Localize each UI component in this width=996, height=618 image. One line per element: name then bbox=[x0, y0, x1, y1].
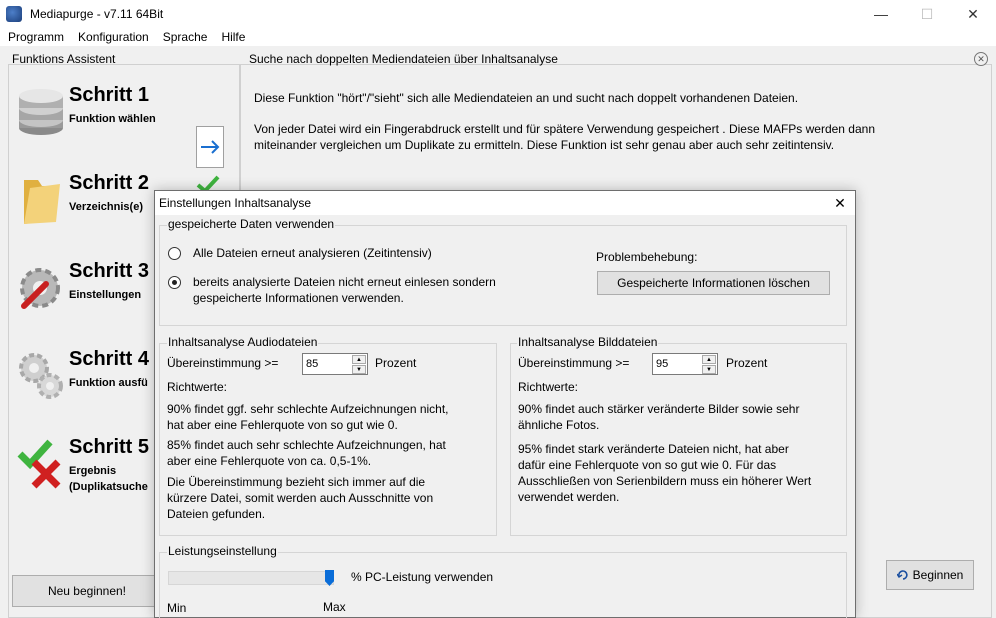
image-analysis-label: Inhaltsanalyse Bilddateien bbox=[517, 335, 659, 349]
audio-match-label: Übereinstimmung >= bbox=[167, 356, 279, 370]
close-circle-icon[interactable]: ✕ bbox=[974, 52, 988, 66]
performance-label: Leistungseinstellung bbox=[167, 544, 278, 558]
image-hint-2: 95% findet stark veränderte Dateien nich… bbox=[518, 441, 811, 505]
spin-up-icon[interactable]: ▲ bbox=[702, 355, 716, 364]
step-3-subtitle: Einstellungen bbox=[69, 289, 142, 301]
radio-use-stored-button[interactable] bbox=[168, 276, 181, 289]
window-title: Mediapurge - v7.11 64Bit bbox=[30, 7, 164, 21]
image-match-spinner[interactable]: 95 ▲ ▼ bbox=[652, 353, 718, 375]
performance-slider-text: % PC-Leistung verwenden bbox=[351, 570, 494, 584]
radio-reanalyze-label: Alle Dateien erneut analysieren (Zeitint… bbox=[193, 246, 432, 260]
audio-match-spinner[interactable]: 85 ▲ ▼ bbox=[302, 353, 368, 375]
audio-hint-3: Die Übereinstimmung bezieht sich immer a… bbox=[167, 474, 433, 522]
audio-hint-3-line2: kürzere Datei, somit werden auch Ausschn… bbox=[167, 491, 434, 505]
menu-programm[interactable]: Programm bbox=[0, 30, 71, 44]
radio-use-stored[interactable]: bereits analysierte Dateien nicht erneut… bbox=[168, 274, 496, 306]
audio-hint-1-line2: hat aber eine Fehlerquote von so gut wie… bbox=[167, 418, 398, 432]
audio-unit-label: Prozent bbox=[375, 356, 417, 370]
dialog-title: Einstellungen Inhaltsanalyse bbox=[159, 196, 312, 210]
performance-group bbox=[159, 552, 847, 618]
image-match-label: Übereinstimmung >= bbox=[518, 356, 630, 370]
refresh-icon bbox=[896, 570, 908, 580]
image-match-value: 95 bbox=[656, 358, 669, 370]
step-5-title: Schritt 5 bbox=[69, 436, 150, 458]
settings-dialog: Einstellungen Inhaltsanalyse ✕ gespeiche… bbox=[154, 190, 856, 618]
audio-hint-2: 85% findet auch sehr schlechte Aufzeichn… bbox=[167, 437, 446, 469]
minimize-button[interactable]: — bbox=[858, 0, 904, 28]
step-2-title: Schritt 2 bbox=[69, 172, 150, 194]
image-hint-1-line2: ähnliche Fotos. bbox=[518, 418, 600, 432]
troubleshooting-label: Problembehebung: bbox=[596, 250, 698, 264]
begin-button[interactable]: Beginnen bbox=[886, 560, 974, 590]
reset-button[interactable]: Neu beginnen! bbox=[12, 575, 162, 607]
arrow-right-icon bbox=[201, 140, 220, 154]
menu-bar: Programm Konfiguration Sprache Hilfe bbox=[0, 28, 996, 46]
menu-sprache[interactable]: Sprache bbox=[156, 30, 215, 44]
radio-use-stored-label: bereits analysierte Dateien nicht erneut… bbox=[193, 274, 496, 306]
app-icon bbox=[6, 6, 22, 22]
dialog-close-button[interactable]: ✕ bbox=[825, 191, 855, 215]
slider-max-label: Max bbox=[323, 600, 346, 614]
next-step-button[interactable] bbox=[196, 126, 224, 168]
audio-hint-1-line1: 90% findet ggf. sehr schlechte Aufzeichn… bbox=[167, 402, 449, 416]
radio-use-stored-line2: gespeicherte Informationen verwenden. bbox=[193, 291, 404, 305]
step-2-subtitle: Verzeichnis(e) bbox=[69, 201, 143, 213]
clear-stored-info-button[interactable]: Gespeicherte Informationen löschen bbox=[597, 271, 830, 295]
gears-icon bbox=[19, 353, 63, 399]
audio-analysis-label: Inhaltsanalyse Audiodateien bbox=[167, 335, 319, 349]
check-cross-icon bbox=[17, 439, 61, 489]
audio-match-value: 85 bbox=[306, 358, 319, 370]
image-hint-1: 90% findet auch stärker veränderte Bilde… bbox=[518, 401, 799, 433]
spin-down-icon[interactable]: ▼ bbox=[352, 365, 366, 374]
main-description-2: Von jeder Datei wird ein Fingerabdruck e… bbox=[254, 122, 876, 152]
menu-hilfe[interactable]: Hilfe bbox=[214, 30, 252, 44]
audio-hint-2-line1: 85% findet auch sehr schlechte Aufzeichn… bbox=[167, 438, 446, 452]
close-button[interactable]: ✕ bbox=[950, 0, 996, 28]
performance-slider-track[interactable] bbox=[168, 571, 334, 585]
step-4-subtitle: Funktion ausfü bbox=[69, 377, 148, 389]
step-4-title: Schritt 4 bbox=[69, 348, 150, 370]
radio-use-stored-line1: bereits analysierte Dateien nicht erneut… bbox=[193, 275, 496, 289]
image-hint-2-line4: verwendet werden. bbox=[518, 490, 620, 504]
spin-down-icon[interactable]: ▼ bbox=[702, 365, 716, 374]
image-hint-title: Richtwerte: bbox=[518, 380, 579, 394]
image-hint-2-line3: Ausschließen von Serienbildern muss ein … bbox=[518, 474, 812, 488]
menu-konfiguration[interactable]: Konfiguration bbox=[71, 30, 156, 44]
dialog-titlebar: Einstellungen Inhaltsanalyse ✕ bbox=[155, 191, 855, 215]
image-hint-2-line2: dafür eine Fehlerquote von so gut wie 0.… bbox=[518, 458, 777, 472]
audio-hint-title: Richtwerte: bbox=[167, 380, 228, 394]
radio-reanalyze-button[interactable] bbox=[168, 247, 181, 260]
step-1-subtitle: Funktion wählen bbox=[69, 113, 156, 125]
settings-tools-icon bbox=[20, 268, 60, 309]
image-unit-label: Prozent bbox=[726, 356, 768, 370]
audio-hint-3-line3: Dateien gefunden. bbox=[167, 507, 266, 521]
main-description-1: Diese Funktion "hört"/"sieht" sich alle … bbox=[254, 91, 799, 105]
image-hint-2-line1: 95% findet stark veränderte Dateien nich… bbox=[518, 442, 789, 456]
step-5-subtitle: Ergebnis (Duplikatsuche bbox=[69, 465, 148, 493]
begin-button-label: Beginnen bbox=[912, 568, 964, 582]
image-hint-1-line1: 90% findet auch stärker veränderte Bilde… bbox=[518, 402, 800, 416]
step-3-title: Schritt 3 bbox=[69, 260, 150, 282]
folder-icon bbox=[24, 180, 60, 224]
maximize-button[interactable]: ☐ bbox=[904, 0, 950, 28]
audio-hint-1: 90% findet ggf. sehr schlechte Aufzeichn… bbox=[167, 401, 449, 433]
assistant-title: Funktions Assistent bbox=[12, 52, 116, 66]
window-titlebar: Mediapurge - v7.11 64Bit — ☐ ✕ bbox=[0, 0, 996, 28]
audio-hint-2-line2: aber eine Fehlerquote von ca. 0,5-1%. bbox=[167, 454, 372, 468]
spin-up-icon[interactable]: ▲ bbox=[352, 355, 366, 364]
stored-data-label: gespeicherte Daten verwenden bbox=[167, 217, 336, 231]
step-1-title: Schritt 1 bbox=[69, 84, 150, 106]
slider-min-label: Min bbox=[167, 601, 187, 615]
radio-reanalyze[interactable]: Alle Dateien erneut analysieren (Zeitint… bbox=[168, 245, 432, 261]
main-title: Suche nach doppelten Mediendateien über … bbox=[249, 52, 558, 66]
database-icon bbox=[19, 89, 63, 135]
audio-hint-3-line1: Die Übereinstimmung bezieht sich immer a… bbox=[167, 475, 426, 489]
